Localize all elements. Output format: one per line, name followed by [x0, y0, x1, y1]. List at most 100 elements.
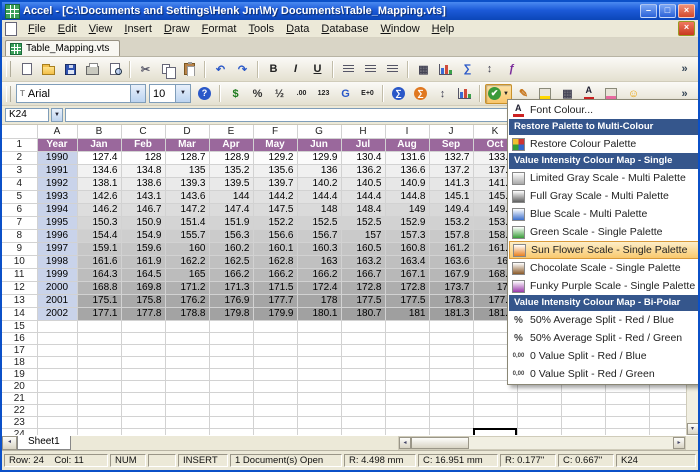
sum-selection-button[interactable]: ∑ — [410, 84, 431, 104]
function-button[interactable]: ƒ — [501, 59, 522, 79]
grid-cell[interactable] — [385, 368, 429, 380]
font-size-select[interactable]: 10 ▼ — [149, 84, 191, 103]
grid-cell[interactable] — [605, 392, 649, 404]
grid-cell[interactable] — [429, 368, 473, 380]
grid-cell[interactable] — [165, 320, 209, 332]
grid-cell[interactable] — [37, 368, 77, 380]
grid-cell[interactable] — [209, 320, 253, 332]
menu-item-restore-colour-palette[interactable]: Restore Colour Palette — [509, 135, 699, 153]
grid-cell[interactable]: 136 — [297, 164, 341, 177]
grid-cell[interactable]: 129.9 — [297, 151, 341, 164]
grid-cell[interactable]: 153.2 — [429, 216, 473, 229]
grid-cell[interactable] — [253, 404, 297, 416]
grid-cell[interactable] — [473, 392, 517, 404]
grid-cell[interactable] — [209, 344, 253, 356]
decimal-format-button[interactable]: .00 — [291, 84, 312, 104]
align-center-button[interactable] — [360, 59, 381, 79]
grid-cell[interactable] — [209, 416, 253, 428]
grid-cell[interactable] — [517, 416, 561, 428]
menu-item-blue-scale-multi-palette[interactable]: Blue Scale - Multi Palette — [509, 205, 699, 223]
menu-file[interactable]: File — [22, 22, 52, 36]
grid-cell[interactable]: 163.2 — [341, 255, 385, 268]
grid-cell[interactable]: 177.1 — [77, 307, 121, 320]
grid-cell[interactable]: 142.6 — [77, 190, 121, 203]
grid-cell[interactable] — [77, 332, 121, 344]
sort-button[interactable]: ↕ — [479, 59, 500, 79]
grid-cell[interactable]: 169.8 — [121, 281, 165, 294]
menu-edit[interactable]: Edit — [52, 22, 83, 36]
column-header[interactable]: D — [165, 125, 209, 138]
row-header[interactable]: 21 — [2, 392, 37, 404]
column-header[interactable]: E — [209, 125, 253, 138]
grid-cell[interactable]: 164.3 — [77, 268, 121, 281]
grid-cell[interactable]: 161.2 — [429, 242, 473, 255]
help-button[interactable]: ? — [194, 84, 215, 104]
grid-cell[interactable] — [429, 416, 473, 428]
grid-cell[interactable] — [341, 404, 385, 416]
grid-cell[interactable] — [121, 356, 165, 368]
grid-cell[interactable]: 157.3 — [385, 229, 429, 242]
grid-cell[interactable] — [429, 428, 473, 435]
grid-cell[interactable]: 137.2 — [429, 164, 473, 177]
grid-cell[interactable] — [77, 392, 121, 404]
grid-cell[interactable]: 171.5 — [253, 281, 297, 294]
grid-cell[interactable] — [37, 416, 77, 428]
grid-cell[interactable] — [429, 392, 473, 404]
autosum-button[interactable]: ∑ — [388, 84, 409, 104]
grid-cell[interactable] — [649, 428, 686, 435]
grid-cell[interactable]: 144.4 — [297, 190, 341, 203]
grid-cell[interactable]: 162.2 — [165, 255, 209, 268]
grid-cell[interactable] — [341, 368, 385, 380]
dropdown-arrow-icon[interactable]: ▼ — [130, 85, 145, 102]
grid-cell[interactable]: 1994 — [37, 203, 77, 216]
menu-item-green-scale-single-palette[interactable]: Green Scale - Single Palette — [509, 223, 699, 241]
scientific-format-button[interactable]: E+0 — [357, 84, 378, 104]
grid-cell[interactable] — [429, 320, 473, 332]
grid-cell[interactable] — [297, 404, 341, 416]
grid-cell[interactable]: 143.6 — [165, 190, 209, 203]
grid-cell[interactable] — [165, 368, 209, 380]
grid-cell[interactable]: 145.1 — [429, 190, 473, 203]
grid-cell[interactable]: Mar — [165, 138, 209, 151]
grid-cell[interactable] — [209, 404, 253, 416]
grid-cell[interactable]: 135.6 — [253, 164, 297, 177]
grid-cell[interactable]: May — [253, 138, 297, 151]
row-header[interactable]: 12 — [2, 281, 37, 294]
maximize-button[interactable]: □ — [659, 4, 676, 18]
row-header[interactable]: 10 — [2, 255, 37, 268]
grid-cell[interactable] — [77, 428, 121, 435]
grid-cell[interactable]: 149 — [385, 203, 429, 216]
currency-format-button[interactable]: $ — [225, 84, 246, 104]
grid-cell[interactable]: 139.5 — [209, 177, 253, 190]
grid-cell[interactable]: 140.5 — [341, 177, 385, 190]
align-right-button[interactable] — [382, 59, 403, 79]
grid-cell[interactable]: 152.5 — [341, 216, 385, 229]
grid-cell[interactable]: 1997 — [37, 242, 77, 255]
grid-cell[interactable]: 135.2 — [209, 164, 253, 177]
grid-cell[interactable]: 166.2 — [209, 268, 253, 281]
borders-button[interactable]: ▦ — [413, 59, 434, 79]
grid-cell[interactable] — [253, 332, 297, 344]
grid-cell[interactable]: 166.2 — [297, 268, 341, 281]
grid-cell[interactable] — [341, 428, 385, 435]
minimize-button[interactable]: – — [640, 4, 657, 18]
grid-cell[interactable] — [209, 380, 253, 392]
grid-cell[interactable]: 140.9 — [385, 177, 429, 190]
grid-cell[interactable] — [341, 344, 385, 356]
grid-cell[interactable]: 152.2 — [253, 216, 297, 229]
grid-cell[interactable] — [561, 392, 605, 404]
title-bar[interactable]: Accel - [C:\Documents and Settings\Henk … — [2, 2, 698, 20]
copy-button[interactable] — [157, 59, 178, 79]
grid-cell[interactable] — [253, 392, 297, 404]
grid-cell[interactable]: 152.5 — [297, 216, 341, 229]
dropdown-arrow-icon[interactable]: ▼ — [175, 85, 190, 102]
grid-cell[interactable]: 177.5 — [341, 294, 385, 307]
menu-format[interactable]: Format — [196, 22, 243, 36]
menu-tools[interactable]: Tools — [242, 22, 280, 36]
grid-cell[interactable] — [297, 368, 341, 380]
grid-cell[interactable]: 173.7 — [429, 281, 473, 294]
row-header[interactable]: 5 — [2, 190, 37, 203]
scroll-left-button[interactable]: ◂ — [399, 437, 411, 449]
grid-cell[interactable]: 136.2 — [341, 164, 385, 177]
cut-button[interactable]: ✂ — [135, 59, 156, 79]
